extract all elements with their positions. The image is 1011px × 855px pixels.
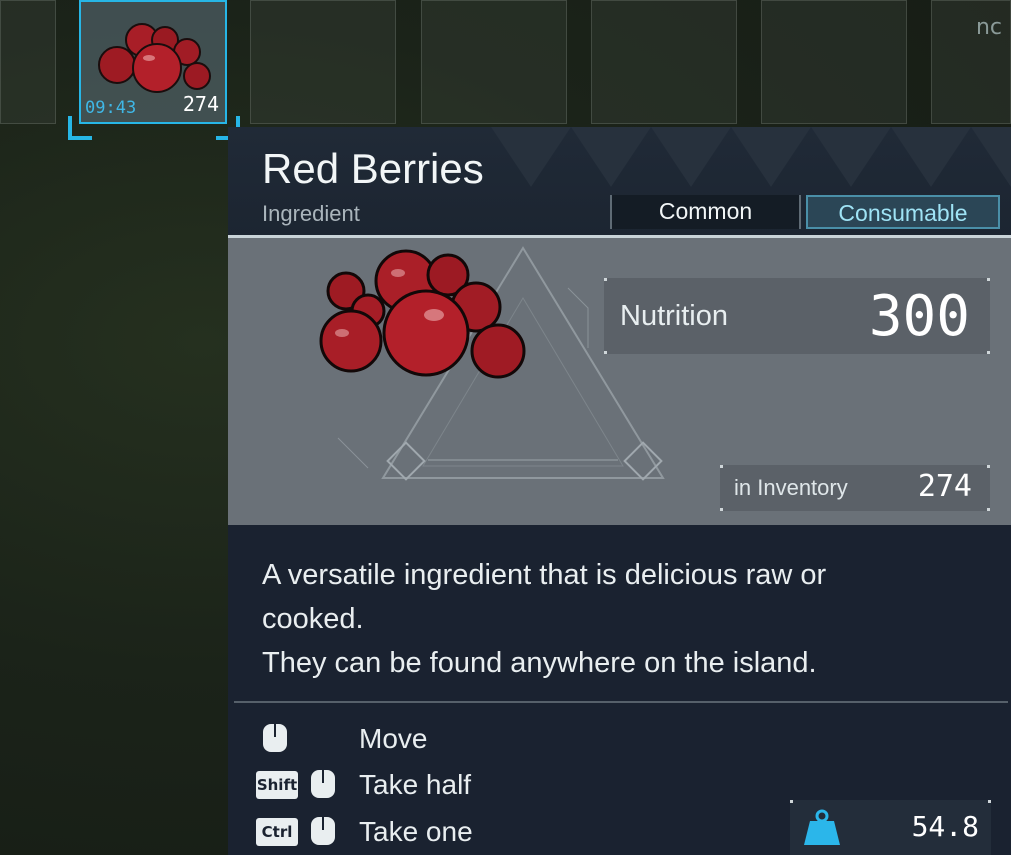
description-line: cooked. <box>262 603 364 635</box>
tooltip-header: Red Berries Ingredient Common Consumable <box>228 127 1011 237</box>
mouse-left-icon <box>263 724 287 752</box>
shift-key: Shift <box>256 771 298 799</box>
corner-dot <box>604 278 607 281</box>
red-berries-icon <box>98 23 211 93</box>
nutrition-stat: Nutrition 300 <box>604 278 990 354</box>
red-berries-large-icon <box>319 249 526 379</box>
corner-dot <box>987 351 990 354</box>
type-tag: Consumable <box>806 195 1000 229</box>
item-description: A versatile ingredient that is delicious… <box>262 553 962 685</box>
description-line: A versatile ingredient that is delicious… <box>262 559 827 591</box>
stats-section: Nutrition 300 in Inventory 274 <box>228 238 1011 525</box>
corner-dot <box>988 800 991 803</box>
nutrition-value: 300 <box>868 284 970 349</box>
control-label: Move <box>359 723 428 754</box>
rarity-tag: Common <box>610 195 801 229</box>
slot-partial-text: nc <box>975 15 1002 40</box>
inventory-label: in Inventory <box>734 475 848 500</box>
control-take-half: Shift Take half <box>256 765 556 805</box>
description-line: They can be found anywhere on the island… <box>262 647 817 679</box>
control-take-one: Ctrl Take one <box>256 812 556 852</box>
mouse-left-icon <box>311 770 335 798</box>
item-title: Red Berries <box>262 145 484 192</box>
inventory-slot-3[interactable] <box>421 0 567 124</box>
item-tooltip: Red Berries Ingredient Common Consumable <box>228 127 1011 855</box>
ctrl-key: Ctrl <box>256 818 298 846</box>
inventory-slot-2[interactable] <box>250 0 396 124</box>
inventory-slot-6[interactable]: nc <box>931 0 1011 124</box>
inventory-slot-4[interactable] <box>591 0 737 124</box>
selection-corner-left <box>68 116 92 140</box>
control-label: Take half <box>359 769 472 800</box>
inventory-slot-0[interactable] <box>0 0 56 124</box>
corner-dot <box>987 508 990 511</box>
item-category: Ingredient <box>262 201 360 226</box>
corner-dot <box>790 800 793 803</box>
control-move: Move <box>256 719 556 759</box>
slot-timer: 09:43 <box>85 98 137 118</box>
slot-count: 274 <box>182 92 219 116</box>
nutrition-label: Nutrition <box>620 300 728 332</box>
mouse-left-icon <box>311 817 335 845</box>
weight-value: 54.8 <box>911 810 979 843</box>
inventory-stat: in Inventory 274 <box>720 465 990 511</box>
corner-dot <box>987 465 990 468</box>
corner-dot <box>720 508 723 511</box>
control-label: Take one <box>359 816 473 847</box>
inventory-slot-5[interactable] <box>761 0 907 124</box>
inventory-slot-selected[interactable]: 09:43 274 <box>79 0 227 124</box>
weight-icon <box>804 809 840 845</box>
corner-dot <box>987 278 990 281</box>
controls-divider <box>234 701 1008 703</box>
inventory-value: 274 <box>917 469 972 504</box>
corner-dot <box>720 465 723 468</box>
corner-dot <box>604 351 607 354</box>
weight-indicator: 54.8 <box>790 800 991 855</box>
